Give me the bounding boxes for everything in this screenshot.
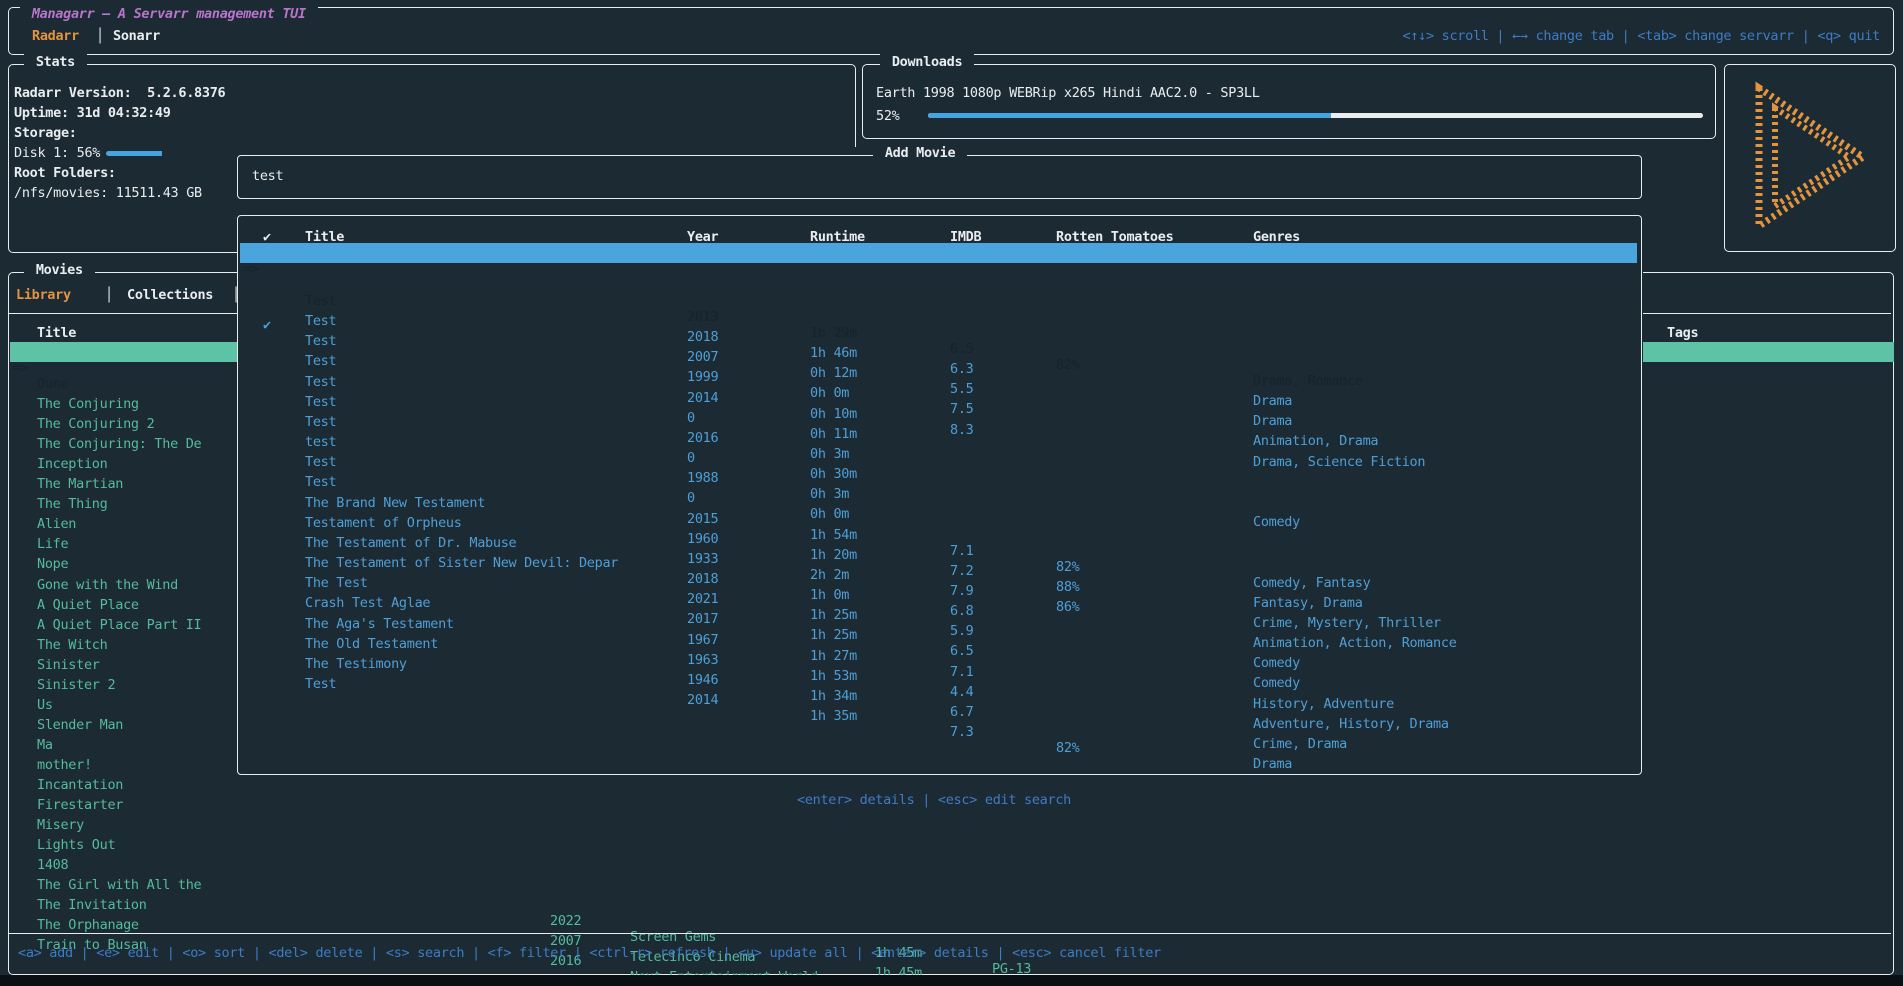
- modal-title: Add Movie: [873, 145, 967, 161]
- movies-column-title: Title: [37, 323, 76, 343]
- search-result-row[interactable]: Test 2014 0h 10m 8.3 Drama, Science Fict…: [240, 324, 1637, 344]
- search-result-row[interactable]: Crash Test Aglae 2017 1h 25m 6.5 Comedy: [240, 545, 1637, 565]
- global-keybind-help: <↑↓> scroll | ←→ change tab | <tab> chan…: [1080, 26, 1880, 46]
- search-result-row[interactable]: Test 2018 1h 46m 6.3 Drama: [240, 263, 1637, 283]
- result-runtime-cell: 1h 27m: [810, 646, 857, 666]
- results-column-rt: Rotten Tomatoes: [1056, 227, 1173, 247]
- movie-row[interactable]: Train to Busan 2016 Next Entertainment W…: [10, 903, 1894, 923]
- managarr-app: Managarr – A Servarr management TUI Rada…: [0, 0, 1903, 986]
- result-genres-cell: Adventure, History, Drama: [1253, 714, 1449, 734]
- search-result-row[interactable]: The Testament of Dr. Mabuse 1933 2h 2m 7…: [240, 485, 1637, 505]
- uptime: Uptime: 31d 04:32:49: [14, 103, 171, 123]
- app-title: Managarr – A Servarr management TUI: [20, 6, 318, 22]
- search-result-row[interactable]: The Testimony 1946 1h 34m 6.7 Crime, Dra…: [240, 606, 1637, 626]
- search-result-row[interactable]: Test 1988 0h 3m: [240, 404, 1637, 424]
- result-genres-cell: Drama: [1253, 754, 1292, 774]
- search-result-row[interactable]: The Brand New Testament 2015 1h 54m 7.1 …: [240, 445, 1637, 465]
- result-title-cell: The Testimony: [305, 654, 407, 674]
- tab-radarr[interactable]: Radarr: [32, 26, 79, 46]
- download-percent-label: 52%: [876, 106, 899, 126]
- result-runtime-cell: 1h 53m: [810, 666, 857, 686]
- modal-keybind-help: <enter> details | <esc> edit search: [797, 790, 1071, 810]
- movie-search-input[interactable]: [237, 155, 1642, 199]
- result-imdb-cell: 7.3: [950, 722, 973, 742]
- movies-keybind-help: <a> add | <e> edit | <o> sort | <del> de…: [18, 943, 1161, 963]
- keybind-divider: [9, 933, 1891, 934]
- results-column-check: ✔: [263, 227, 271, 247]
- result-genres-cell: Crime, Drama: [1253, 734, 1347, 754]
- disk-usage-label: Disk 1: 56%: [14, 143, 100, 163]
- search-result-row[interactable]: ✔ Test 2007 0h 12m 5.5 Drama: [240, 283, 1637, 303]
- search-input-value[interactable]: test: [252, 166, 283, 186]
- movie-row[interactable]: The Orphanage 2007 Telecinco Cinema 1h 4…: [10, 883, 1894, 903]
- radarr-version: Radarr Version: 5.2.6.8376: [14, 83, 225, 103]
- result-year-cell: 1963: [687, 650, 718, 670]
- movies-tab-separator: │: [105, 285, 113, 305]
- result-rt-cell: 82%: [1056, 738, 1079, 758]
- results-column-imdb: IMDB: [950, 227, 981, 247]
- search-result-row[interactable]: test 0 0h 30m Comedy: [240, 384, 1637, 404]
- result-title-cell: Test: [305, 674, 336, 694]
- results-column-year: Year: [687, 227, 718, 247]
- tab-sonarr[interactable]: Sonarr: [113, 26, 160, 46]
- storage-label: Storage:: [14, 123, 77, 143]
- search-result-row[interactable]: Test 0 0h 11m: [240, 344, 1637, 364]
- result-year-cell: 2014: [687, 690, 718, 710]
- stats-panel-title: Stats: [24, 54, 87, 70]
- result-runtime-cell: 1h 34m: [810, 686, 857, 706]
- download-progress-bar: [928, 113, 1703, 118]
- movie-row[interactable]: The Girl with All the: [10, 843, 1894, 863]
- result-imdb-cell: 4.4: [950, 682, 973, 702]
- result-imdb-cell: 7.1: [950, 662, 973, 682]
- search-result-row[interactable]: Test 0 0h 0m: [240, 424, 1637, 444]
- search-result-row[interactable]: Test 2016 0h 3m: [240, 364, 1637, 384]
- results-column-title: Title: [305, 227, 344, 247]
- result-genres-cell: Comedy: [1253, 673, 1300, 693]
- tab-library[interactable]: Library: [16, 285, 71, 305]
- search-result-row[interactable]: Test 2014 1h 35m 7.3 82% Drama: [240, 626, 1637, 646]
- movies-panel-title: Movies: [24, 262, 95, 278]
- search-result-row[interactable]: The Testament of Sister New Devil: Depar…: [240, 505, 1637, 525]
- search-result-row[interactable]: The Old Testament 1963 1h 53m 4.4 Advent…: [240, 586, 1637, 606]
- downloads-panel-title: Downloads: [880, 54, 974, 70]
- movies-column-tags: Tags: [1667, 323, 1698, 343]
- result-imdb-cell: 6.7: [950, 702, 973, 722]
- movie-row[interactable]: The Invitation 2022 Screen Gems 1h 45m P…: [10, 863, 1894, 883]
- search-result-row[interactable]: => Test 2013 1h 29m 6.5 82% Drama, Roman…: [240, 243, 1637, 263]
- root-folder-value: /nfs/movies: 11511.43 GB: [14, 183, 202, 203]
- search-result-row[interactable]: The Test 2021 1h 25m 5.9 Comedy: [240, 525, 1637, 545]
- result-runtime-cell: 1h 35m: [810, 706, 857, 726]
- result-year-cell: 1946: [687, 670, 718, 690]
- result-genres-cell: Comedy: [1253, 653, 1300, 673]
- disk-usage-bar: [106, 151, 206, 156]
- tab-collections[interactable]: Collections: [127, 285, 213, 305]
- managarr-play-logo-icon: [1745, 78, 1875, 236]
- background-window-strip: [0, 975, 1903, 986]
- download-item-name: Earth 1998 1080p WEBRip x265 Hindi AAC2.…: [876, 83, 1260, 103]
- results-column-runtime: Runtime: [810, 227, 865, 247]
- search-result-row[interactable]: Testament of Orpheus 1960 1h 20m 7.2 88%…: [240, 465, 1637, 485]
- results-column-genres: Genres: [1253, 227, 1300, 247]
- search-result-row[interactable]: Test 1999 0h 0m 7.5 Animation, Drama: [240, 303, 1637, 323]
- add-movie-modal: Add Movie test ✔ Title Year Runtime IMDB…: [237, 147, 1643, 815]
- movie-row[interactable]: 1408: [10, 823, 1894, 843]
- root-folders-label: Root Folders:: [14, 163, 116, 183]
- result-genres-cell: History, Adventure: [1253, 694, 1394, 714]
- tab-separator: │: [96, 26, 104, 46]
- search-result-row[interactable]: The Aga's Testament 1967 1h 27m 7.1 Hist…: [240, 566, 1637, 586]
